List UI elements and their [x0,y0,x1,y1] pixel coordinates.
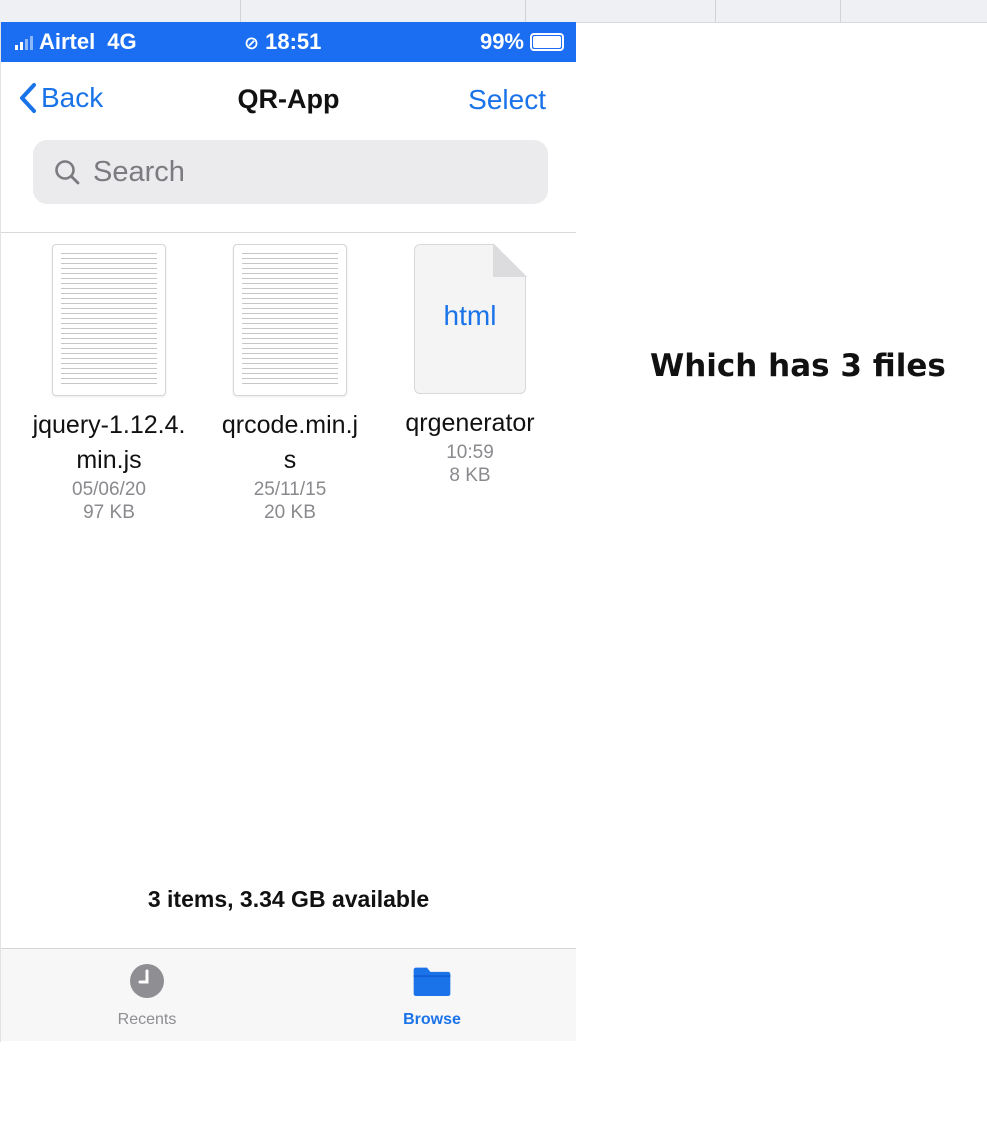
annotation-text: Which has 3 files [650,348,946,384]
tab-browse[interactable]: Browse [372,961,492,1029]
battery-info: 99% [480,29,564,55]
clock-icon [130,964,164,998]
status-time: 18:51 [265,29,322,54]
toolbar-segment [715,0,841,22]
storage-summary: 3 items, 3.34 GB available [147,886,430,912]
file-date: 05/06/20 [72,479,146,500]
file-date: 10:59 [446,442,494,463]
tab-bar: Recents Browse [1,948,576,1041]
browser-toolbar-strip [0,0,987,23]
file-extension-label: html [443,300,497,331]
file-name: jquery-1.12.4. min.js [19,408,199,478]
html-file-icon: html [414,243,527,394]
tab-label: Browse [403,1011,461,1028]
file-item-qrgenerator[interactable]: html qrgenerator 10:59 8 KB [380,243,560,487]
select-button[interactable]: Select [468,84,546,116]
file-name-line: s [283,446,297,474]
phone-screen: Airtel 4G ⊘ 18:51 99% Back QR-App Select … [0,22,576,1042]
signal-icon [15,34,33,50]
file-item-jquery[interactable]: jquery-1.12.4. min.js 05/06/20 97 KB [19,244,199,524]
tab-label: Recents [117,1011,177,1028]
network-type: 4G [107,29,137,54]
file-size: 97 KB [83,502,135,523]
file-name-line: jquery-1.12.4. [32,411,186,439]
divider [1,232,576,233]
toolbar-segment [0,0,241,22]
file-name-line: min.js [76,446,142,474]
file-size: 8 KB [449,465,491,486]
file-size: 20 KB [264,502,316,523]
file-date: 25/11/15 [253,479,327,500]
search-icon [55,160,80,185]
file-name: qrgenerator [380,406,560,441]
tab-recents[interactable]: Recents [87,961,207,1029]
navigation-bar: Back QR-App Select [1,62,576,132]
battery-icon [530,33,564,51]
orientation-lock-icon: ⊘ [244,33,260,53]
folder-icon [413,967,451,996]
battery-percent: 99% [479,29,524,54]
text-document-thumbnail [52,244,166,396]
toolbar-segment [525,0,716,22]
status-time-wrap: ⊘ 18:51 [244,29,321,55]
carrier-name: Airtel [39,29,96,54]
status-bar: Airtel 4G ⊘ 18:51 99% [1,22,576,62]
text-document-thumbnail [233,244,347,396]
carrier-info: Airtel 4G [15,29,137,55]
file-name: qrcode.min.j s [200,408,380,478]
toolbar-segment [240,0,526,22]
file-name-line: qrgenerator [405,409,535,437]
file-item-qrcode[interactable]: qrcode.min.j s 25/11/15 20 KB [200,244,380,524]
search-input[interactable] [91,154,495,190]
search-bar[interactable] [33,140,548,204]
file-name-line: qrcode.min.j [221,411,359,439]
